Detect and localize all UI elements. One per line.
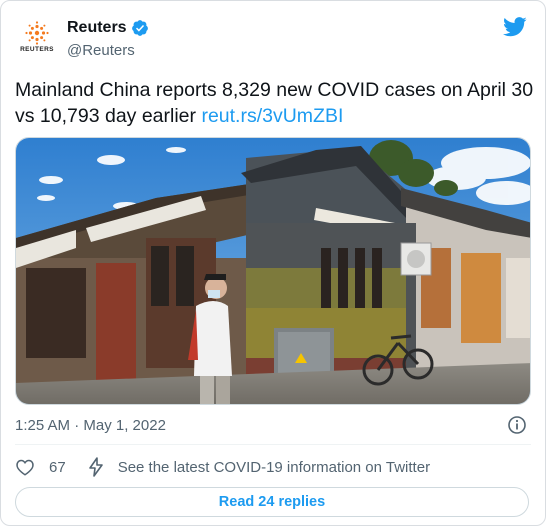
action-bar: 67 See the latest COVID-19 information o… <box>15 457 430 477</box>
author-name[interactable]: Reuters <box>67 19 127 37</box>
info-icon[interactable] <box>507 415 527 435</box>
heart-icon <box>16 459 34 476</box>
hutong-street-photo <box>16 138 530 404</box>
author-handle[interactable]: @Reuters <box>67 42 135 59</box>
divider <box>15 444 531 445</box>
twitter-logo-icon[interactable] <box>503 17 527 37</box>
covid-info-link[interactable]: See the latest COVID-19 information on T… <box>88 457 430 477</box>
tweet-timestamp[interactable]: 1:25 AM · May 1, 2022 <box>15 417 166 434</box>
avatar-wordmark: REUTERS <box>20 46 54 53</box>
tweet-card: REUTERS Reuters @Reuters Mainland China … <box>0 0 546 526</box>
avatar[interactable]: REUTERS <box>15 15 59 59</box>
author-name-row[interactable]: Reuters <box>67 19 149 37</box>
like-button[interactable]: 67 <box>15 458 66 476</box>
lightning-icon <box>88 457 103 477</box>
read-replies-button[interactable]: Read 24 replies <box>15 487 529 517</box>
like-count: 67 <box>49 458 66 476</box>
reuters-logo-icon <box>25 21 49 45</box>
covid-info-text: See the latest COVID-19 information on T… <box>117 458 431 476</box>
tweet-photo[interactable] <box>15 137 531 405</box>
verified-badge-icon <box>131 20 148 36</box>
tweet-text: Mainland China reports 8,329 new COVID c… <box>15 77 535 129</box>
tweet-link[interactable]: reut.rs/3vUmZBI <box>201 105 343 127</box>
